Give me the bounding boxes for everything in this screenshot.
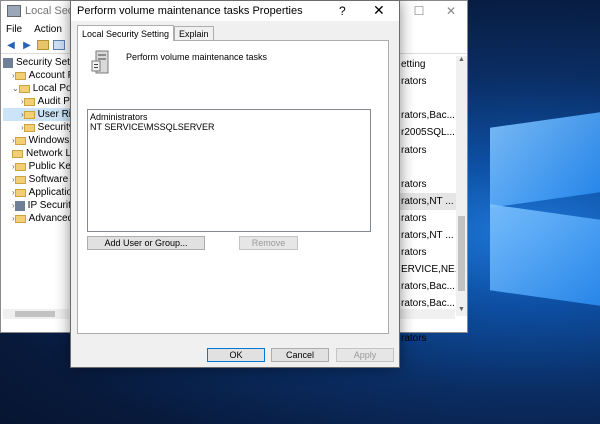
maximize-button[interactable]: ☐ — [403, 1, 435, 21]
show-hide-tree-icon[interactable] — [53, 40, 65, 50]
folder-icon — [23, 97, 35, 106]
dialog-title-bar: Perform volume maintenance tasks Propert… — [71, 1, 399, 21]
list-item[interactable]: rators — [399, 244, 457, 261]
folder-icon — [14, 136, 26, 145]
list-item[interactable]: rators — [399, 141, 457, 158]
tree-item[interactable]: › Security — [3, 121, 74, 134]
policy-server-icon — [91, 50, 109, 74]
folder-icon — [14, 71, 26, 80]
remove-button[interactable]: Remove — [239, 236, 298, 250]
list-item[interactable]: etting — [399, 56, 457, 73]
list-horizontal-scrollbar[interactable] — [399, 309, 455, 319]
menu-file[interactable]: File — [6, 24, 22, 35]
folder-icon — [14, 188, 26, 197]
windows-logo — [470, 112, 600, 306]
apply-button[interactable]: Apply — [336, 348, 394, 362]
scroll-down-icon[interactable]: ▼ — [456, 306, 467, 316]
folder-icon — [14, 214, 26, 223]
tree-item[interactable]: › Windows F — [3, 134, 78, 147]
tree-item-label: Public Key — [28, 161, 76, 172]
list-item[interactable]: rators — [399, 330, 457, 347]
tree-item[interactable]: Network Li — [3, 147, 74, 160]
tab-explain[interactable]: Explain — [174, 26, 214, 41]
dialog-title: Perform volume maintenance tasks Propert… — [77, 5, 303, 17]
ok-button[interactable]: OK — [207, 348, 265, 362]
list-item[interactable]: rators — [399, 176, 457, 193]
list-item[interactable]: rators — [399, 73, 457, 90]
folder-icon — [14, 162, 26, 171]
folder-icon — [14, 175, 26, 184]
dialog-close-button[interactable]: ✕ — [373, 2, 385, 19]
folder-icon — [23, 110, 35, 119]
navigation-tree: Security Setting › Account Po ⌄ Local Polic ›… — [3, 56, 86, 225]
list-item[interactable]: rators — [399, 210, 457, 227]
cancel-button[interactable]: Cancel — [271, 348, 329, 362]
policy-name: Perform volume maintenance tasks — [126, 52, 268, 62]
policy-list: etting rators rators,Bac... r2005SQL... rato… — [399, 56, 457, 347]
list-item[interactable]: rators,Bac... — [399, 107, 457, 124]
tree-item[interactable]: Security Setting — [3, 56, 86, 69]
tree-item[interactable]: › Software R — [3, 173, 78, 186]
tree-item[interactable]: › IP Security — [3, 199, 76, 212]
tree-item-label: Network Li — [26, 148, 74, 159]
tree-item[interactable]: › Advanced — [3, 212, 74, 225]
tree-item[interactable]: › Public Key — [3, 160, 76, 173]
tree-item-label: Applicatio — [28, 187, 73, 198]
tree-item[interactable]: ⌄ Local Polic — [3, 82, 81, 95]
policy-node-icon — [14, 200, 25, 211]
tree-item-label: IP Security — [27, 200, 76, 211]
tree-item[interactable]: › Audit Po — [3, 95, 75, 108]
member-item[interactable]: Administrators — [90, 112, 368, 122]
back-arrow-icon[interactable]: ◀ — [5, 40, 17, 51]
chevron-down-icon[interactable]: ⌄ — [12, 84, 19, 93]
tree-item[interactable]: › Account Po — [3, 69, 80, 82]
list-item[interactable] — [399, 90, 457, 107]
forward-arrow-icon[interactable]: ▶ — [21, 40, 33, 51]
add-user-or-group-button[interactable]: Add User or Group... — [87, 236, 205, 250]
main-close-button[interactable]: ✕ — [435, 1, 467, 21]
tree-item-label: Security — [37, 122, 74, 133]
list-vertical-scrollbar[interactable]: ▲ ▼ — [456, 56, 467, 316]
tab-local-security-setting[interactable]: Local Security Setting — [77, 25, 175, 41]
list-item[interactable] — [399, 159, 457, 176]
scroll-up-icon[interactable]: ▲ — [456, 56, 467, 66]
list-item[interactable]: rators,NT ... — [399, 192, 457, 210]
help-button[interactable]: ? — [339, 4, 346, 18]
up-folder-icon[interactable] — [37, 40, 49, 50]
members-listbox[interactable]: Administrators NT SERVICE\MSSQLSERVER — [87, 109, 371, 232]
tree-horizontal-scrollbar[interactable] — [3, 309, 69, 319]
policy-node-icon — [3, 57, 13, 68]
tree-item-label: Advanced — [28, 213, 74, 224]
scrollbar-thumb[interactable] — [458, 216, 465, 291]
list-item[interactable]: ERVICE,NE... — [399, 261, 457, 278]
dialog-tabs: Local Security Setting Explain — [77, 25, 214, 41]
list-item[interactable]: r2005SQL... — [399, 124, 457, 141]
list-item[interactable]: rators,Bac... — [399, 278, 457, 295]
list-item[interactable]: rators,NT ... — [399, 227, 457, 244]
folder-icon — [23, 123, 35, 132]
tree-item[interactable]: › User Ric — [3, 108, 76, 121]
menu-action[interactable]: Action — [34, 24, 62, 35]
properties-dialog: Perform volume maintenance tasks Propert… — [70, 0, 400, 368]
tab-page: Perform volume maintenance tasks Adminis… — [77, 40, 389, 334]
tree-item[interactable]: › Applicatio — [3, 186, 73, 199]
member-item[interactable]: NT SERVICE\MSSQLSERVER — [90, 122, 368, 132]
app-icon — [7, 5, 21, 17]
folder-icon — [12, 149, 23, 158]
folder-icon — [18, 84, 30, 93]
